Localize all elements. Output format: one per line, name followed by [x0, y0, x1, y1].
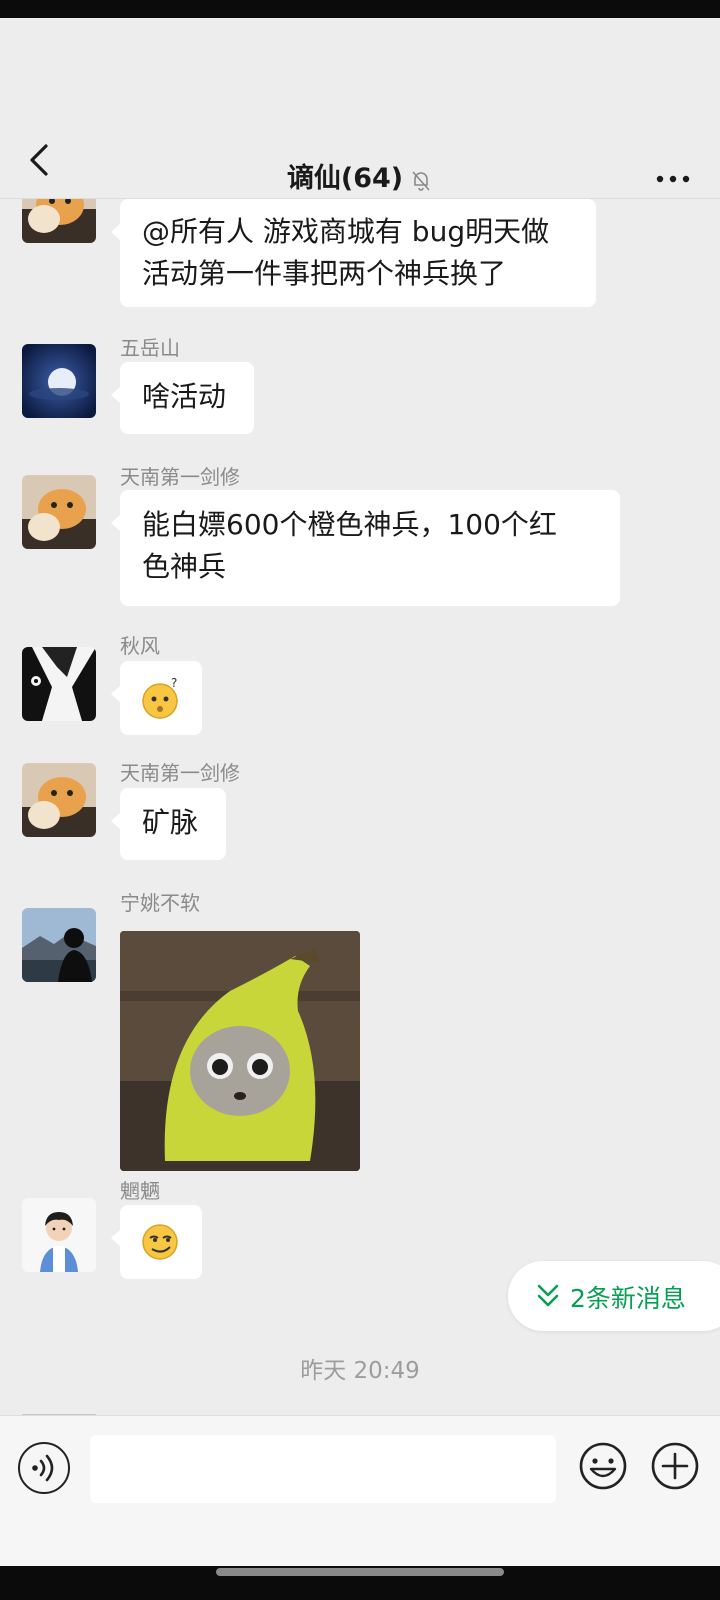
avatar[interactable] [22, 647, 96, 721]
cat-avatar [22, 475, 96, 549]
voice-icon [32, 1454, 54, 1482]
boy-avatar [22, 1198, 96, 1272]
new-messages-label: 2条新消息 [570, 1284, 686, 1313]
status-bar [0, 0, 720, 18]
message-bubble[interactable]: 啥活动 [111, 362, 254, 434]
message-text-line: 活动第一件事把两个神兵换了 [142, 257, 507, 290]
ellipsis-icon [656, 175, 690, 183]
image-message[interactable] [120, 931, 360, 1171]
avatar[interactable] [22, 763, 96, 837]
more-options-button[interactable] [656, 170, 690, 184]
plus-icon[interactable] [650, 1441, 700, 1491]
message-text-line: 色神兵 [142, 550, 227, 583]
sender-name: 天南第一剑修 [120, 465, 240, 489]
emoji-icon[interactable] [578, 1441, 628, 1491]
home-indicator[interactable] [216, 1568, 504, 1576]
sender-name: 秋风 [120, 634, 160, 658]
message-bubble[interactable]: 能白嫖600个橙色神兵，100个红 色神兵 [111, 490, 620, 606]
svg-text:?: ? [171, 676, 177, 690]
avatar[interactable] [22, 344, 96, 418]
avatar[interactable] [22, 199, 96, 243]
sender-name: 五岳山 [120, 336, 180, 360]
voice-button[interactable] [18, 1442, 70, 1494]
input-bar [0, 1415, 720, 1566]
banana-cat-photo [120, 931, 360, 1171]
cat-avatar [22, 763, 96, 837]
avatar[interactable] [22, 908, 96, 982]
sender-name: 天南第一剑修 [120, 761, 240, 785]
sender-name: 魍魉 [120, 1179, 160, 1203]
chat-header: 谪仙(64) [0, 18, 720, 199]
silhouette-avatar [22, 908, 96, 982]
avatar[interactable] [22, 475, 96, 549]
message-list[interactable]: @所有人 游戏商城有 bug明天做 活动第一件事把两个神兵换了 五岳山 啥活动 … [0, 199, 720, 1415]
double-chevron-down-icon [537, 1284, 559, 1307]
anime-avatar [22, 647, 96, 721]
moon-avatar [22, 344, 96, 418]
message-bubble[interactable]: @所有人 游戏商城有 bug明天做 活动第一件事把两个神兵换了 [111, 199, 596, 307]
message-bubble[interactable]: ? [111, 661, 202, 735]
smirk-face-emoji [142, 1224, 178, 1260]
avatar[interactable] [22, 1198, 96, 1272]
confused-face-emoji: ? [142, 676, 178, 719]
new-messages-button[interactable]: 2条新消息 [508, 1261, 720, 1331]
message-bubble[interactable]: 矿脉 [111, 788, 226, 860]
cat-avatar [22, 199, 96, 243]
bell-off-icon [412, 170, 430, 191]
message-input[interactable] [90, 1435, 556, 1503]
message-text-line: @所有人 游戏商城有 bug明天做 [142, 215, 550, 248]
message-text: 矿脉 [142, 806, 199, 839]
message-timestamp: 昨天 20:49 [300, 1358, 420, 1384]
chat-title: 谪仙(64) [286, 163, 404, 194]
message-text: 啥活动 [142, 380, 227, 413]
sender-name: 宁姚不软 [120, 891, 200, 915]
message-text-line: 能白嫖600个橙色神兵，100个红 [142, 508, 557, 541]
message-bubble[interactable] [111, 1205, 202, 1279]
chat-title-wrap: 谪仙(64) [0, 156, 720, 195]
